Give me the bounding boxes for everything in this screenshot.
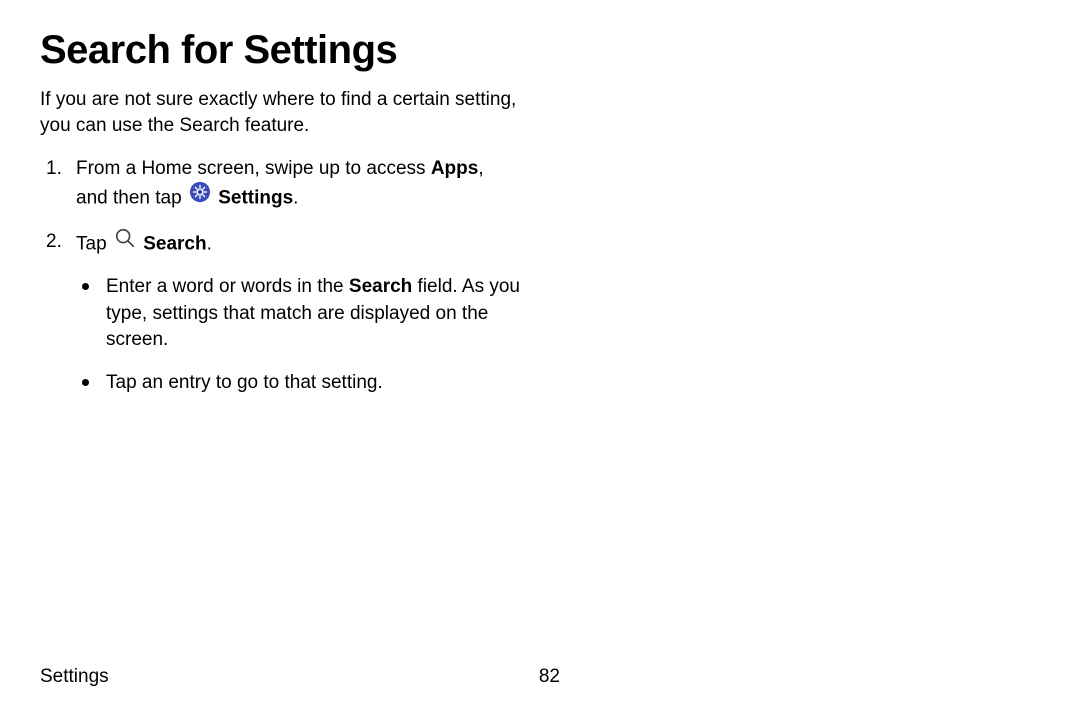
step-2-search-bold: Search [143, 234, 206, 255]
substep-2: Tap an entry to go to that setting. [76, 370, 520, 397]
step-2: Tap Search. Enter a word or words in the… [40, 229, 520, 396]
step-2-text-a: Tap [76, 234, 112, 255]
step-2-period: . [207, 234, 212, 255]
intro-paragraph: If you are not sure exactly where to fin… [40, 87, 520, 138]
step-1-period: . [293, 187, 298, 208]
document-page: Search for Settings If you are not sure … [0, 0, 560, 396]
step-1-apps-bold: Apps [431, 158, 479, 179]
substep-1-text-a: Enter a word or words in the [106, 276, 349, 297]
substep-1: Enter a word or words in the Search fiel… [76, 274, 520, 354]
page-title: Search for Settings [40, 28, 520, 73]
step-1-text-a: From a Home screen, swipe up to access [76, 158, 431, 179]
footer-page-number: 82 [539, 666, 560, 688]
search-icon [114, 227, 136, 258]
settings-icon [189, 181, 211, 212]
substeps-list: Enter a word or words in the Search fiel… [76, 274, 520, 396]
page-footer: Settings 82 [40, 666, 560, 688]
step-1: From a Home screen, swipe up to access A… [40, 156, 520, 213]
steps-list: From a Home screen, swipe up to access A… [40, 156, 520, 396]
step-1-settings-bold: Settings [218, 187, 293, 208]
substep-1-search-bold: Search [349, 276, 412, 297]
footer-section-label: Settings [40, 666, 109, 688]
